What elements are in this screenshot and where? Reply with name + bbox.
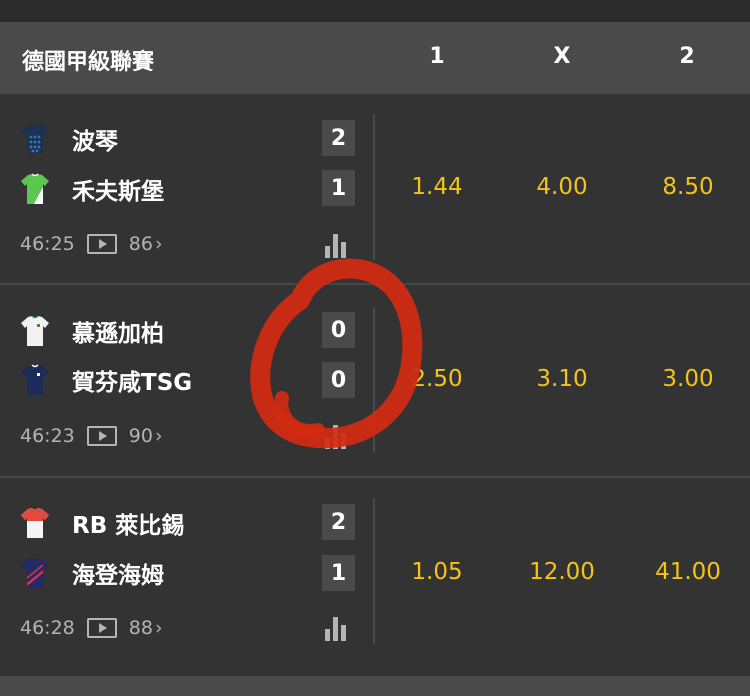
match-meta: 46:28 88 › (20, 615, 163, 641)
chevron-right-icon: › (154, 233, 163, 255)
odd-away-win[interactable]: 3.00 (628, 366, 748, 392)
team-name: RB 萊比錫 (72, 513, 185, 539)
column-draw: X (553, 44, 571, 69)
league-title: 德國甲級聯賽 (22, 50, 155, 75)
league-header: 德國甲級聯賽 1 X 2 (0, 22, 750, 94)
column-divider (373, 114, 375, 260)
top-gap (0, 0, 750, 22)
tv-play-icon[interactable] (86, 618, 117, 638)
home-team-2[interactable]: 慕遜加柏 (20, 314, 164, 348)
odd-draw[interactable]: 3.10 (502, 366, 622, 392)
odd-home-win[interactable]: 1.05 (377, 559, 497, 585)
home-score: 2 (322, 120, 355, 156)
match-row-1[interactable]: 波琴 2 禾夫斯堡 1 1.44 4.00 8.50 46:25 86 › (0, 94, 750, 286)
bottom-bar (0, 676, 750, 696)
away-score: 1 (322, 170, 355, 206)
home-team-1[interactable]: 波琴 (20, 122, 118, 156)
home-team-3[interactable]: RB 萊比錫 (20, 506, 184, 540)
match-clock: 46:25 (20, 233, 75, 255)
navy-dotted-jersey-icon (21, 124, 49, 154)
odd-draw[interactable]: 4.00 (502, 174, 622, 200)
match-clock: 46:28 (20, 617, 75, 639)
team-name: 波琴 (72, 129, 118, 155)
away-team-1[interactable]: 禾夫斯堡 (20, 172, 164, 206)
away-team-3[interactable]: 海登海姆 (20, 556, 164, 590)
white-jersey-icon (21, 315, 49, 346)
chevron-right-icon: › (154, 617, 163, 639)
odd-home-win[interactable]: 2.50 (377, 366, 497, 392)
odd-away-win[interactable]: 41.00 (628, 559, 748, 585)
white-red-jersey-icon (21, 508, 49, 538)
tv-play-icon[interactable] (86, 426, 117, 446)
odd-draw[interactable]: 12.00 (502, 559, 622, 585)
navy-red-jersey-icon (21, 558, 49, 588)
chevron-right-icon: › (154, 425, 163, 447)
bar-chart-icon[interactable] (323, 615, 351, 641)
match-meta: 46:25 86 › (20, 231, 163, 257)
match-meta: 46:23 90 › (20, 423, 163, 449)
away-score: 1 (322, 555, 355, 591)
column-home-win: 1 (429, 44, 445, 69)
match-row-2[interactable]: 慕遜加柏 0 賀芬咸TSG 0 2.50 3.10 3.00 46:23 90 … (0, 285, 750, 477)
team-name: 禾夫斯堡 (72, 179, 164, 205)
team-name: 海登海姆 (72, 563, 164, 589)
column-divider (373, 307, 375, 453)
market-count[interactable]: 88 (129, 617, 153, 639)
market-count[interactable]: 90 (129, 425, 153, 447)
home-score: 0 (322, 312, 355, 348)
team-name: 賀芬咸TSG (72, 370, 193, 396)
match-clock: 46:23 (20, 425, 75, 447)
odd-away-win[interactable]: 8.50 (628, 174, 748, 200)
match-row-3[interactable]: RB 萊比錫 2 海登海姆 1 1.05 12.00 41.00 46:28 8… (0, 478, 750, 670)
column-away-win: 2 (679, 44, 695, 69)
navy-jersey-icon (21, 364, 49, 395)
away-score: 0 (322, 362, 355, 398)
odd-home-win[interactable]: 1.44 (377, 174, 497, 200)
bar-chart-icon[interactable] (323, 232, 351, 258)
market-count[interactable]: 86 (129, 233, 153, 255)
column-divider (373, 498, 375, 644)
home-score: 2 (322, 504, 355, 540)
bar-chart-icon[interactable] (323, 423, 351, 449)
away-team-2[interactable]: 賀芬咸TSG (20, 363, 192, 397)
tv-play-icon[interactable] (86, 234, 117, 254)
team-name: 慕遜加柏 (72, 321, 164, 347)
green-white-jersey-icon (21, 173, 49, 204)
